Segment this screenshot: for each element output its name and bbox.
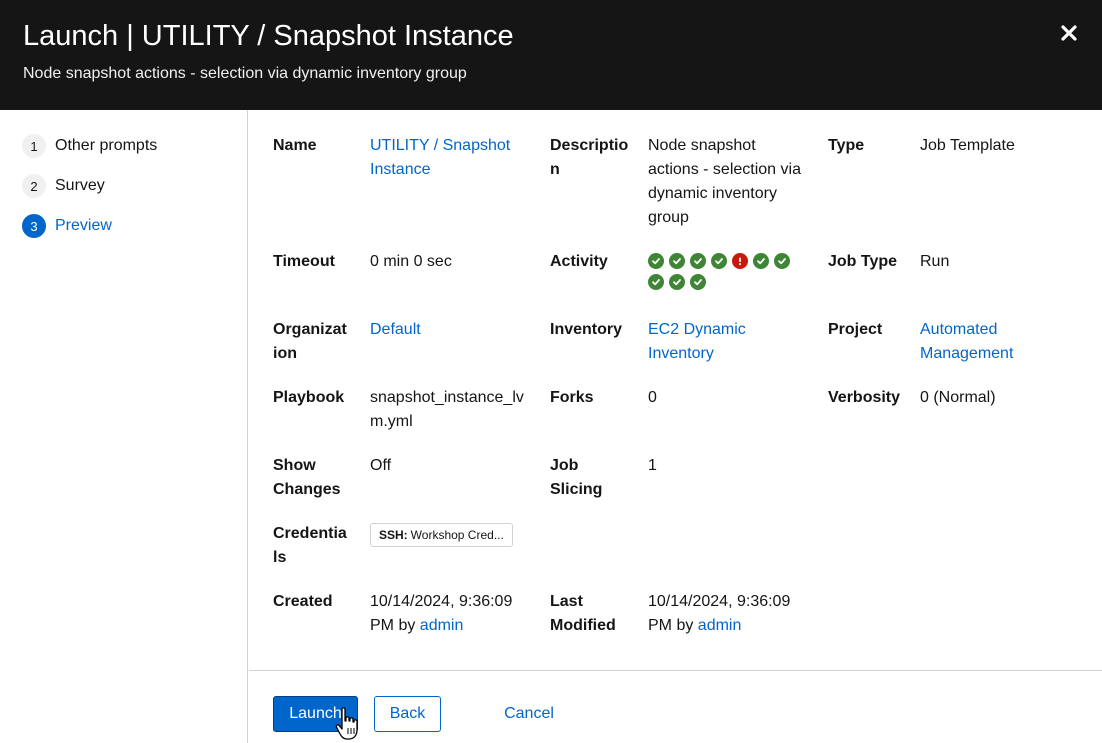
name-value: UTILITY / Snapshot Instance — [370, 134, 510, 182]
inventory-label: Inventory — [550, 321, 623, 338]
wizard-nav: 1 Other prompts 2 Survey 3 Preview — [0, 110, 248, 743]
credential-kind: SSH: — [379, 528, 408, 542]
wizard-step-preview[interactable]: 3 Preview — [22, 214, 112, 238]
wizard-step-survey[interactable]: 2 Survey — [22, 174, 105, 198]
forks-label: Forks — [550, 389, 594, 406]
modified-by-user-link[interactable]: admin — [698, 617, 742, 634]
step-number: 1 — [22, 134, 46, 158]
job-success-icon[interactable] — [669, 253, 685, 269]
modal-footer: Launch Back Cancel — [249, 670, 1102, 743]
step-label: Preview — [55, 217, 112, 234]
last-modified-label: Last Modified — [550, 593, 616, 634]
close-icon — [1061, 25, 1077, 41]
timeout-value: 0 min 0 sec — [370, 253, 452, 270]
credential-chip[interactable]: SSH: Workshop Cred... — [370, 523, 513, 547]
cancel-button[interactable]: Cancel — [489, 696, 569, 732]
job-success-icon[interactable] — [711, 253, 727, 269]
job-type-label: Job Type — [828, 253, 898, 270]
job-success-icon[interactable] — [774, 253, 790, 269]
wizard-step-other-prompts[interactable]: 1 Other prompts — [22, 134, 157, 158]
job-success-icon[interactable] — [753, 253, 769, 269]
step-number: 3 — [22, 214, 46, 238]
modal-subtitle: Node snapshot actions - selection via dy… — [23, 65, 467, 82]
verbosity-value: 0 (Normal) — [920, 389, 996, 406]
description-label: Descriptio n — [550, 137, 629, 178]
type-label: Type — [828, 137, 865, 154]
created-label: Created — [273, 593, 333, 610]
step-label: Survey — [55, 177, 105, 194]
job-success-icon[interactable] — [648, 274, 664, 290]
name-label: Name — [273, 137, 317, 154]
job-success-icon[interactable] — [690, 253, 706, 269]
verbosity-label: Verbosity — [828, 389, 901, 406]
modal-header: Launch | UTILITY / Snapshot Instance Nod… — [0, 0, 1102, 110]
preview-details: Name UTILITY / Snapshot Instance Descript… — [249, 110, 1102, 670]
template-name-link[interactable]: UTILITY / Snapshot Instance — [370, 137, 510, 178]
last-modified-value: 10/14/2024, 9:36:09 PM by admin — [648, 593, 791, 634]
project-link[interactable]: Automated Management — [920, 321, 1013, 362]
type-value: Job Template — [920, 137, 1015, 154]
activity-sparkline — [648, 253, 798, 290]
close-button[interactable] — [1054, 18, 1084, 48]
back-button[interactable]: Back — [374, 696, 441, 732]
organization-value: Default — [370, 318, 421, 342]
credential-name: Workshop Cred... — [410, 528, 504, 542]
organization-label: Organizat ion — [273, 321, 347, 362]
created-value: 10/14/2024, 9:36:09 PM by admin — [370, 593, 513, 634]
job-failed-icon[interactable] — [732, 253, 748, 269]
job-success-icon[interactable] — [669, 274, 685, 290]
step-label: Other prompts — [55, 137, 158, 154]
project-label: Project — [828, 321, 883, 338]
playbook-value: snapshot_instance_lv m.yml — [370, 389, 524, 430]
job-type-value: Run — [920, 253, 950, 270]
description-value: Node snapshot actions - selection via dy… — [648, 137, 801, 226]
inventory-value: EC2 Dynamic Inventory — [648, 318, 746, 366]
created-by-user-link[interactable]: admin — [420, 617, 464, 634]
credentials-label: Credentia ls — [273, 525, 347, 566]
modal-title: Launch | UTILITY / Snapshot Instance — [23, 20, 514, 52]
forks-value: 0 — [648, 389, 657, 406]
inventory-link[interactable]: EC2 Dynamic Inventory — [648, 321, 746, 362]
job-slicing-label: Job Slicing — [550, 457, 603, 498]
activity-label: Activity — [550, 253, 608, 270]
show-changes-label: Show Changes — [273, 457, 341, 498]
step-number: 2 — [22, 174, 46, 198]
organization-link[interactable]: Default — [370, 321, 421, 338]
playbook-label: Playbook — [273, 389, 345, 406]
job-success-icon[interactable] — [690, 274, 706, 290]
project-value: Automated Management — [920, 318, 1013, 366]
show-changes-value: Off — [370, 457, 392, 474]
timeout-label: Timeout — [273, 253, 335, 270]
job-success-icon[interactable] — [648, 253, 664, 269]
job-slicing-value: 1 — [648, 457, 657, 474]
hand-cursor-icon — [335, 707, 358, 740]
